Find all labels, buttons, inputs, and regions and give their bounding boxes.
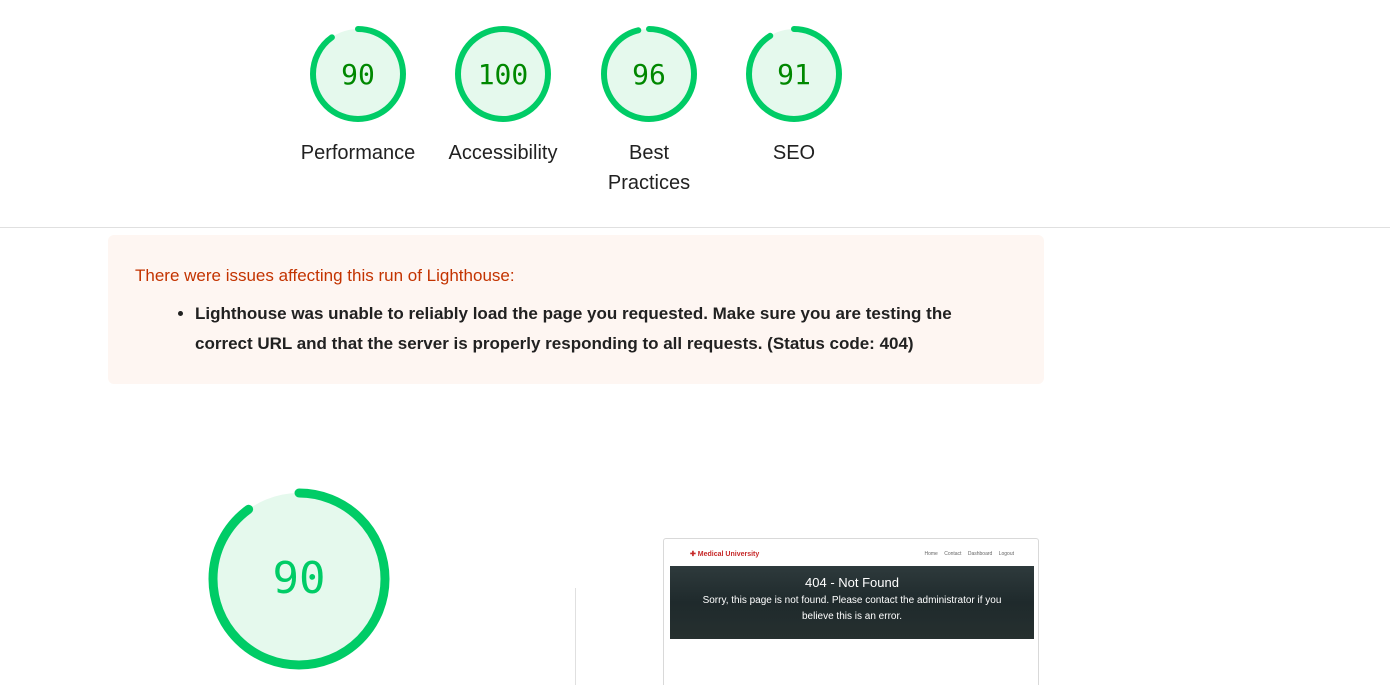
main-gauge-ring: 90 [208,488,390,670]
screenshot-nav-link: Home [924,551,938,557]
gauge-accessibility[interactable]: 100 Accessibility [433,24,573,168]
gauge-ring: 96 [601,26,697,122]
screenshot-nav-links: Home Contact Dashboard Logout [919,551,1014,557]
warning-list: Lighthouse was unable to reliably load t… [135,299,1018,359]
gauge-best-practices[interactable]: 96 Best Practices [579,24,719,198]
screenshot-navbar: ✚ Medical University Home Contact Dashbo… [690,550,1014,560]
gauge-ring: 91 [746,26,842,122]
warning-item: Lighthouse was unable to reliably load t… [195,299,1005,359]
warning-box: There were issues affecting this run of … [108,235,1044,384]
gauge-label: Best Practices [607,142,691,194]
performance-main-gauge: 90 [204,484,394,674]
gauge-ring: 90 [310,26,406,122]
gauge-label: Accessibility [448,142,558,164]
gauge-score: 96 [632,58,666,91]
gauge-ring: 100 [455,26,551,122]
final-screenshot[interactable]: ✚ Medical University Home Contact Dashbo… [663,538,1039,685]
screenshot-hero: 404 - Not Found Sorry, this page is not … [670,566,1034,639]
gauge-score: 90 [341,58,375,91]
screenshot-heading: 404 - Not Found [805,575,899,590]
screenshot-nav-link: Logout [998,551,1014,557]
main-gauge-score: 90 [273,553,326,604]
gauge-performance[interactable]: 90 Performance [288,24,428,168]
gauge-label: Performance [300,142,416,164]
gauge-seo[interactable]: 91 SEO [724,24,864,168]
vertical-divider [575,588,576,685]
screenshot-nav-link: Contact [944,551,962,557]
gauge-score: 91 [777,58,811,91]
header-divider [0,227,1390,228]
screenshot-brand: ✚ Medical University [690,551,760,558]
gauge-score: 100 [478,58,529,91]
warning-title: There were issues affecting this run of … [135,266,515,285]
screenshot-nav-link: Dashboard [967,551,993,557]
lighthouse-report: 90 Performance 100 Accessibility 96 Best… [0,0,1390,685]
screenshot-message: Sorry, this page is not found. Please co… [702,595,1002,622]
gauge-label: SEO [772,142,816,164]
score-gauges: 90 Performance 100 Accessibility 96 Best… [0,0,1390,228]
